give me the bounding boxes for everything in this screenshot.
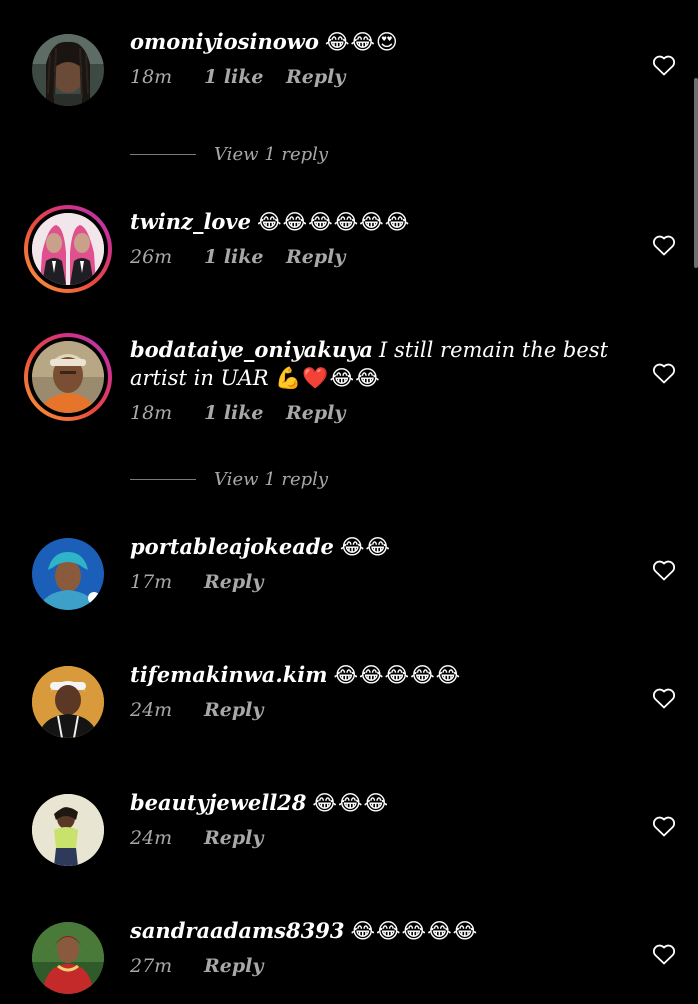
comment-text: bodataiye_oniyakuya I still remain the be… [130, 336, 610, 392]
like-button[interactable] [652, 815, 676, 837]
comment-body: twinz_love 😂😂😂😂😂😂 26m 1 like Reply [130, 208, 610, 268]
comment-emoji: 💪❤️😂😂 [275, 366, 381, 390]
comment-time: 17m [130, 571, 173, 593]
comment-text: twinz_love 😂😂😂😂😂😂 [130, 208, 610, 236]
scrollbar[interactable] [694, 78, 698, 268]
avatar[interactable] [24, 205, 112, 293]
comment-meta: 18m 1 like Reply [130, 66, 610, 88]
reply-button[interactable]: Reply [204, 955, 263, 977]
like-button[interactable] [652, 362, 676, 384]
comment-meta: 17m Reply [130, 571, 610, 593]
view-replies-label: View 1 reply [214, 469, 329, 490]
comment-username[interactable]: sandraadams8393 [130, 918, 344, 943]
like-button[interactable] [652, 559, 676, 581]
comment-likes[interactable]: 1 like [204, 402, 286, 424]
avatar[interactable] [32, 922, 104, 994]
comment-body: portableajokeade 😂😂 17m Reply [130, 533, 610, 593]
comment-username[interactable]: omoniyiosinowo [130, 29, 319, 54]
heart-outline-icon [652, 815, 676, 837]
comment-text: beautyjewell28 😂😂😂 [130, 789, 610, 817]
like-button[interactable] [652, 54, 676, 76]
comment-emoji: 😂😂😂😂😂 [350, 919, 479, 943]
comment-text: sandraadams8393 😂😂😂😂😂 [130, 917, 610, 945]
comment-meta: 26m 1 like Reply [130, 246, 610, 268]
heart-outline-icon [652, 943, 676, 965]
comment-time: 18m [130, 402, 173, 424]
comment-emoji: 😂😂😍 [324, 30, 399, 54]
comment-body: tifemakinwa.kim 😂😂😂😂😂 24m Reply [130, 661, 610, 721]
heart-outline-icon [652, 54, 676, 76]
view-replies-label: View 1 reply [214, 144, 329, 165]
comment-username[interactable]: beautyjewell28 [130, 790, 306, 815]
comment-body: bodataiye_oniyakuya I still remain the be… [130, 336, 610, 424]
comment-emoji: 😂😂😂 [312, 791, 390, 815]
reply-button[interactable]: Reply [286, 66, 345, 88]
comment-username[interactable]: twinz_love [130, 209, 251, 234]
divider [130, 479, 196, 480]
comment-emoji: 😂😂😂😂😂 [333, 663, 462, 687]
avatar[interactable] [32, 538, 104, 610]
comment-time: 27m [130, 955, 173, 977]
reply-button[interactable]: Reply [286, 246, 345, 268]
view-replies-button[interactable]: View 1 reply [130, 144, 328, 165]
like-button[interactable] [652, 234, 676, 256]
comment-emoji: 😂😂😂😂😂😂 [257, 210, 411, 234]
comment-meta: 18m 1 like Reply [130, 402, 610, 424]
comment-username[interactable]: tifemakinwa.kim [130, 662, 327, 687]
comment-time: 24m [130, 699, 173, 721]
comment-text: tifemakinwa.kim 😂😂😂😂😂 [130, 661, 610, 689]
comment-meta: 24m Reply [130, 827, 610, 849]
reply-button[interactable]: Reply [204, 827, 263, 849]
comment-text: portableajokeade 😂😂 [130, 533, 610, 561]
comment-username[interactable]: bodataiye_oniyakuya [130, 337, 373, 362]
reply-button[interactable]: Reply [286, 402, 345, 424]
like-button[interactable] [652, 943, 676, 965]
avatar[interactable] [24, 333, 112, 421]
comment-username[interactable]: portableajokeade [130, 534, 334, 559]
heart-outline-icon [652, 559, 676, 581]
avatar[interactable] [32, 794, 104, 866]
comment-body: sandraadams8393 😂😂😂😂😂 27m Reply [130, 917, 610, 977]
view-replies-button[interactable]: View 1 reply [130, 469, 328, 490]
reply-button[interactable]: Reply [204, 699, 263, 721]
comment-body: omoniyiosinowo 😂😂😍 18m 1 like Reply [130, 28, 610, 88]
comment-text: omoniyiosinowo 😂😂😍 [130, 28, 610, 56]
comment-time: 24m [130, 827, 173, 849]
comment-meta: 24m Reply [130, 699, 610, 721]
heart-outline-icon [652, 234, 676, 256]
heart-outline-icon [652, 687, 676, 709]
comment-body: beautyjewell28 😂😂😂 24m Reply [130, 789, 610, 849]
reply-button[interactable]: Reply [204, 571, 263, 593]
like-button[interactable] [652, 687, 676, 709]
comment-meta: 27m Reply [130, 955, 610, 977]
heart-outline-icon [652, 362, 676, 384]
comment-likes[interactable]: 1 like [204, 246, 286, 268]
comment-time: 18m [130, 66, 173, 88]
comment-likes[interactable]: 1 like [204, 66, 286, 88]
divider [130, 154, 196, 155]
comment-time: 26m [130, 246, 173, 268]
avatar[interactable] [32, 666, 104, 738]
avatar[interactable] [32, 34, 104, 106]
comment-emoji: 😂😂 [339, 535, 391, 559]
